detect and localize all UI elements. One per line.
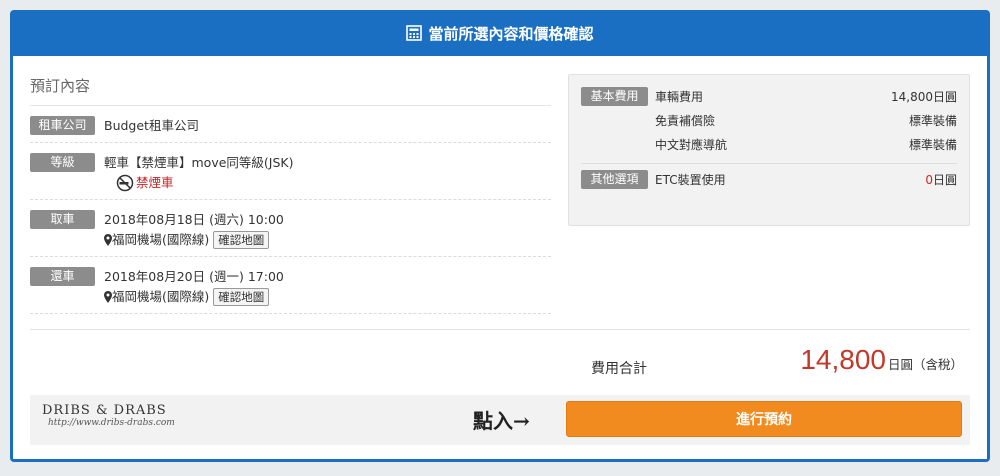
fee-value: 14,800日圓 [891,90,957,104]
pickup-datetime: 2018年08月18日 (週六) 10:00 [104,212,284,227]
grade-row: 等級 輕車【禁煙車】move同等級(JSK) 禁煙車 [30,143,551,200]
calculator-icon [406,25,423,41]
pickup-map-button[interactable]: 確認地圖 [213,231,270,249]
etc-fee-number: 0 [925,173,933,187]
fee-summary: 基本費用 車輛費用 14,800日圓 免責補償險 標準裝備 中文對應導航 標準裝… [568,74,970,226]
basic-fee-group: 基本費用 車輛費用 14,800日圓 免責補償險 標準裝備 中文對應導航 標準裝… [581,87,957,159]
grade-value: 輕車【禁煙車】move同等級(JSK) [104,155,294,170]
brand-logo: DRIBS & DRABS http://www.dribs-drabs.com [42,403,175,428]
etc-fee-unit: 日圓 [932,173,957,187]
total-number: 14,800 [800,344,886,375]
fee-line: 車輛費用 14,800日圓 [655,87,957,111]
no-smoking-badge: 禁煙車 [116,173,293,193]
fee-label: 中文對應導航 [655,138,728,152]
total-label: 費用合計 [591,361,647,377]
map-pin-icon [104,234,112,246]
brand-name: DRIBS & DRABS [42,403,167,418]
panel-header: 當前所選內容和價格確認 [10,10,990,56]
fee-value: 標準裝備 [908,138,957,152]
footer-bar: DRIBS & DRABS http://www.dribs-drabs.com… [30,395,970,445]
pickup-location: 福岡機場(國際線) [112,232,210,247]
fee-value: 標準裝備 [908,114,957,128]
panel-body: 預訂內容 租車公司 Budget租車公司 等級 輕車【禁煙車】move同等級(J… [13,56,987,459]
pickup-row: 取車 2018年08月18日 (週六) 10:00 福岡機場(國際線) 確認地圖 [30,200,551,257]
fee-value: 0日圓 [925,170,957,194]
no-smoking-icon [116,174,134,192]
click-hint: 點入→ [473,409,530,433]
company-row: 租車公司 Budget租車公司 [30,106,551,143]
company-value: Budget租車公司 [104,118,199,133]
fee-label: ETC裝置使用 [655,173,726,187]
other-fee-tag: 其他選項 [581,170,648,189]
company-tag: 租車公司 [30,116,95,135]
basic-fee-tag: 基本費用 [581,87,648,106]
return-tag: 還車 [30,267,95,286]
fee-line: 免責補償險 標準裝備 [655,111,957,135]
reserve-button[interactable]: 進行預約 [566,401,962,437]
total-amount: 14,800 日圓（含稅） [800,344,963,376]
pickup-tag: 取車 [30,210,95,229]
panel-title: 當前所選內容和價格確認 [428,24,594,43]
return-row: 還車 2018年08月20日 (週一) 17:00 福岡機場(國際線) 確認地圖 [30,257,551,314]
return-location: 福岡機場(國際線) [112,289,210,304]
total-unit: 日圓（含稅） [887,357,963,372]
confirmation-panel: 當前所選內容和價格確認 預訂內容 租車公司 Budget租車公司 等級 輕車【禁… [10,10,990,462]
fee-label: 車輛費用 [655,90,704,104]
booking-section-title: 預訂內容 [30,74,551,106]
no-smoking-label: 禁煙車 [136,175,174,190]
map-pin-icon [104,291,112,303]
divider [30,329,970,330]
grade-tag: 等級 [30,153,95,172]
fee-label: 免責補償險 [655,114,716,128]
other-fee-group: 其他選項 ETC裝置使用 0日圓 [581,163,957,194]
return-map-button[interactable]: 確認地圖 [213,288,270,306]
return-datetime: 2018年08月20日 (週一) 17:00 [104,269,284,284]
booking-details: 預訂內容 租車公司 Budget租車公司 等級 輕車【禁煙車】move同等級(J… [30,74,551,314]
fee-line: 中文對應導航 標準裝備 [655,135,957,159]
brand-url: http://www.dribs-drabs.com [48,418,175,428]
fee-line: ETC裝置使用 0日圓 [655,170,957,194]
